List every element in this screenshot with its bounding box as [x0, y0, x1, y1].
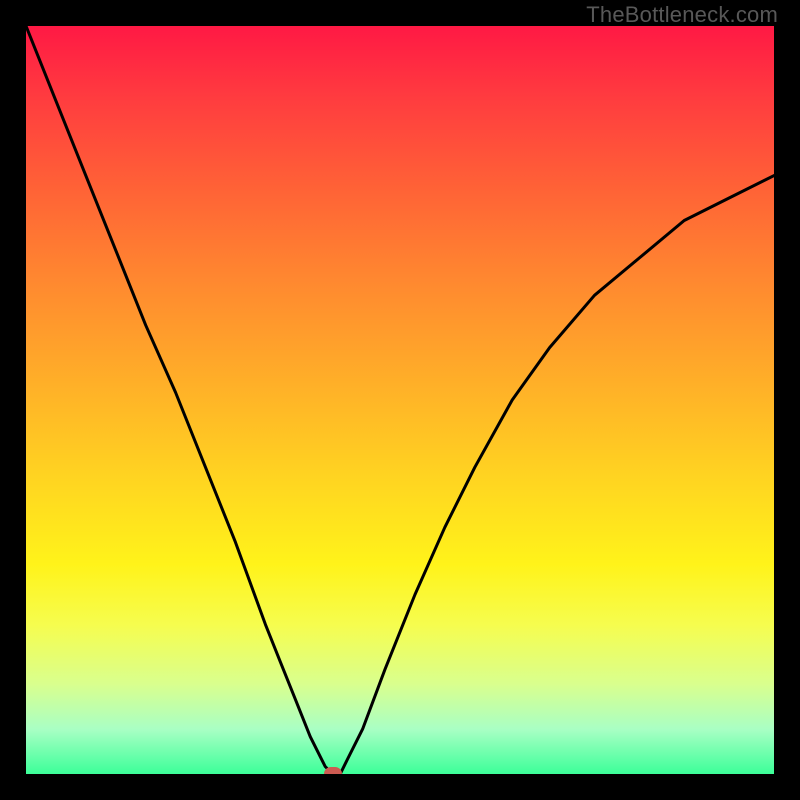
bottleneck-curve — [26, 26, 774, 774]
curve-layer — [26, 26, 774, 774]
chart-frame: TheBottleneck.com — [0, 0, 800, 800]
watermark-text: TheBottleneck.com — [586, 2, 778, 28]
optimum-marker — [324, 767, 342, 774]
plot-area — [26, 26, 774, 774]
